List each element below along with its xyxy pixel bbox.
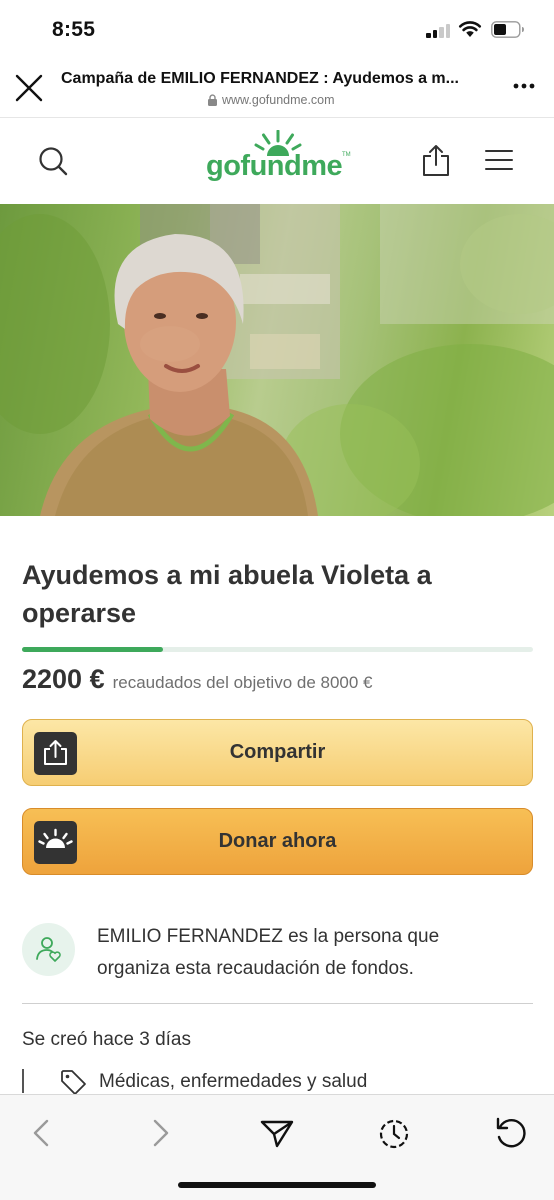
url-display[interactable]: www.gofundme.com [207,93,335,107]
status-time: 8:55 [52,18,96,41]
progress-bar [22,647,533,652]
elderly-woman-photo [0,204,554,516]
raised-summary: 2200 € recaudados del objetivo de 8000 € [22,664,373,695]
donate-button-label: Donar ahora [218,830,337,852]
logo-text: gofundme [206,150,343,182]
cellular-signal-icon [426,22,452,38]
donate-button[interactable]: Donar ahora [22,808,533,875]
organizer-section: EMILIO FERNANDEZ es la persona que organ… [22,921,533,985]
raised-amount: 2200 € [22,664,105,694]
category-marker [22,1069,24,1093]
close-icon[interactable] [12,71,46,105]
wifi-icon [458,21,482,37]
search-icon[interactable] [36,144,70,178]
history-icon [379,1119,409,1149]
share-button[interactable]: Compartir [22,719,533,786]
share-icon[interactable] [420,143,452,177]
back-icon [33,1119,49,1147]
reload-button[interactable] [491,1113,531,1153]
progress-fill [22,647,163,652]
organizer-text: EMILIO FERNANDEZ es la persona que organ… [97,926,440,979]
gofundme-logo[interactable]: gofundme TM [206,130,356,192]
send-icon [260,1120,294,1148]
organizer-icon [36,937,61,962]
back-button[interactable] [22,1113,62,1153]
forward-button[interactable] [140,1113,180,1153]
logo-trademark: TM [342,152,351,158]
divider [22,1003,533,1004]
organizer-avatar [22,923,75,976]
reload-icon [496,1117,526,1148]
category-label: Médicas, enfermedades y salud [99,1071,368,1092]
tag-icon [61,1070,86,1095]
share-button-label: Compartir [229,741,326,763]
home-indicator [178,1182,376,1188]
send-button[interactable] [257,1113,297,1153]
browser-page-title: Campaña de EMILIO FERNANDEZ : Ayudemos a… [61,70,459,87]
battery-icon [491,21,524,38]
browser-header: Campaña de EMILIO FERNANDEZ : Ayudemos a… [0,58,554,118]
campaign-title: Ayudemos a mi abuela Violeta a operarse [22,560,432,628]
status-bar: 8:55 [0,0,554,58]
goal-text: recaudados del objetivo de 8000 € [112,673,373,692]
forward-icon [153,1119,169,1147]
url-text: www.gofundme.com [222,93,335,107]
history-button[interactable] [374,1113,414,1153]
more-icon[interactable] [510,76,538,96]
campaign-hero-image [0,204,554,516]
created-date: Se creó hace 3 días [22,1029,191,1050]
lock-icon [208,94,217,106]
menu-icon[interactable] [485,148,515,172]
category-tag[interactable]: Médicas, enfermedades y salud [59,1068,367,1096]
site-header: gofundme TM [0,118,554,204]
